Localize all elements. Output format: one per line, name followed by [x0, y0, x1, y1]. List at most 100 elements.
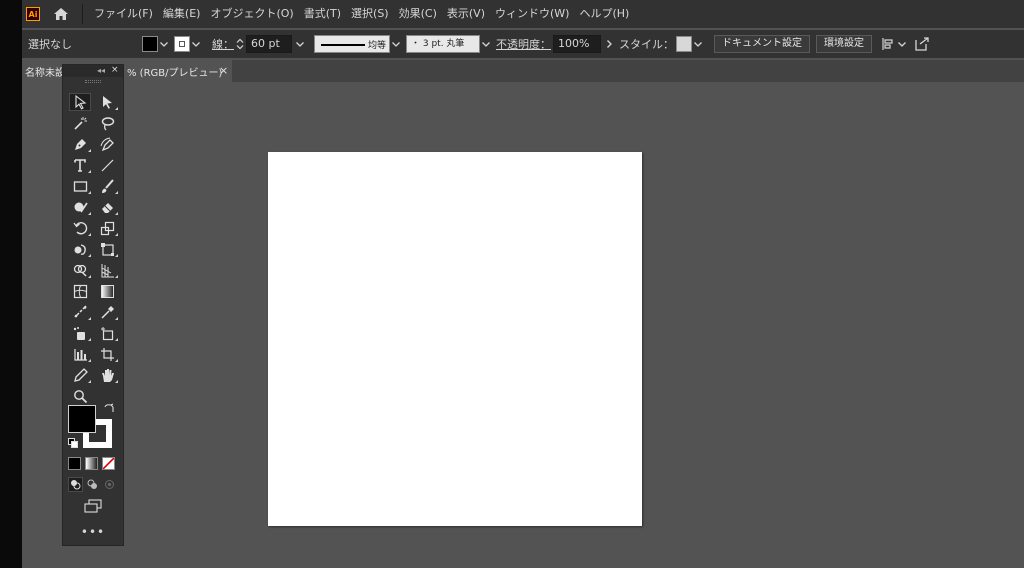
- menu-help[interactable]: ヘルプ(H): [574, 0, 634, 28]
- default-fill-stroke-icon[interactable]: [68, 438, 78, 448]
- perspective-grid-tool[interactable]: [96, 261, 118, 279]
- align-chevron-icon[interactable]: [896, 37, 908, 51]
- menu-window[interactable]: ウィンドウ(W): [490, 0, 574, 28]
- artboard-icon: [100, 326, 113, 340]
- change-screen-mode-icon[interactable]: [84, 499, 102, 513]
- align-icon[interactable]: [880, 36, 896, 52]
- toolbar-panel-title: 名称未設: [25, 67, 65, 79]
- close-panel-icon[interactable]: ×: [111, 65, 119, 75]
- document-tab-close-icon[interactable]: ×: [219, 64, 228, 77]
- brush-chevron-icon[interactable]: [480, 37, 492, 51]
- opacity-input[interactable]: 100%: [553, 35, 601, 53]
- pen-icon: [74, 138, 86, 150]
- mesh-tool[interactable]: [69, 282, 91, 300]
- menu-separator: [82, 4, 83, 24]
- opacity-arrow-icon[interactable]: [603, 37, 615, 51]
- symbol-sprayer-tool[interactable]: [69, 324, 91, 342]
- fill-color-swatch[interactable]: [142, 36, 158, 52]
- scale-tool[interactable]: [96, 219, 118, 237]
- stroke-label[interactable]: 線：: [212, 36, 234, 52]
- lasso-tool[interactable]: [96, 114, 118, 132]
- menu-effect[interactable]: 効果(C): [394, 0, 442, 28]
- warp-tool[interactable]: [69, 240, 91, 258]
- draw-inside-icon[interactable]: [102, 477, 117, 492]
- panel-grip[interactable]: [85, 80, 101, 83]
- eraser-icon: [101, 202, 113, 213]
- rotate-tool[interactable]: [69, 219, 91, 237]
- stroke-color-swatch[interactable]: [174, 36, 190, 52]
- swap-fill-stroke-icon[interactable]: [103, 403, 115, 415]
- pencil-tool[interactable]: [69, 366, 91, 384]
- line-tool[interactable]: [96, 156, 118, 174]
- variable-width-profile[interactable]: 均等: [314, 35, 390, 53]
- preferences-button[interactable]: 環境設定: [816, 35, 872, 53]
- document-tab[interactable]: 名称未設 % (RGB/プレビュー) ×: [22, 60, 232, 82]
- paintbrush-tool[interactable]: [96, 177, 118, 195]
- fill-dropdown-chevron-icon[interactable]: [158, 37, 170, 51]
- free-transform-tool[interactable]: [96, 240, 118, 258]
- profile-chevron-icon[interactable]: [390, 37, 402, 51]
- tools-panel: ◂◂ × •••: [62, 64, 124, 546]
- menu-file[interactable]: ファイル(F): [89, 0, 158, 28]
- none-mode-icon[interactable]: [102, 457, 115, 470]
- selection-status: 選択なし: [28, 38, 72, 51]
- symbol-sprayer-icon: [73, 326, 85, 340]
- type-tool[interactable]: [69, 156, 91, 174]
- stroke-profile-label: 均等: [367, 41, 386, 51]
- shape-builder-icon: [73, 264, 87, 277]
- slice-tool[interactable]: [96, 345, 118, 363]
- illustrator-window: Ai ファイル(F) 編集(E) オブジェクト(O) 書式(T) 選択(S) 効…: [0, 0, 1024, 568]
- draw-behind-icon[interactable]: [85, 477, 100, 492]
- magic-wand-tool[interactable]: [69, 114, 91, 132]
- stroke-weight-chevron-icon[interactable]: [294, 37, 306, 51]
- direct-selection-tool[interactable]: [96, 93, 118, 111]
- home-icon[interactable]: [52, 6, 70, 22]
- rectangle-tool[interactable]: [69, 177, 91, 195]
- graphic-style-swatch[interactable]: [676, 36, 692, 52]
- draw-normal-icon[interactable]: [68, 477, 83, 492]
- warp-icon: [74, 243, 86, 255]
- tools-panel-header[interactable]: ◂◂ ×: [63, 65, 123, 77]
- eyedropper-tool[interactable]: [96, 303, 118, 321]
- stroke-weight-stepper-icon[interactable]: [234, 37, 246, 51]
- selection-tool[interactable]: [69, 93, 91, 111]
- menu-select[interactable]: 選択(S): [346, 0, 394, 28]
- opacity-label[interactable]: 不透明度：: [496, 36, 551, 52]
- direct-selection-icon: [102, 95, 112, 109]
- gradient-tool[interactable]: [96, 282, 118, 300]
- shaper-icon: [74, 202, 88, 212]
- scale-icon: [100, 221, 114, 235]
- blend-icon: [73, 304, 87, 318]
- mesh-icon: [73, 284, 87, 298]
- panel-menu-icon[interactable]: [914, 36, 930, 52]
- artboard[interactable]: [268, 152, 642, 526]
- artboard-tool[interactable]: [96, 324, 118, 342]
- fill-color-box[interactable]: [68, 405, 96, 433]
- style-chevron-icon[interactable]: [692, 37, 704, 51]
- color-mode-icon[interactable]: [68, 457, 81, 470]
- selection-arrow-icon: [74, 94, 86, 110]
- paintbrush-icon: [101, 178, 114, 193]
- shape-builder-tool[interactable]: [69, 261, 91, 279]
- menu-type[interactable]: 書式(T): [299, 0, 346, 28]
- edit-toolbar-icon[interactable]: •••: [63, 525, 123, 539]
- type-icon: [73, 158, 86, 172]
- brush-definition[interactable]: ・ 3 pt. 丸筆: [406, 35, 480, 53]
- zoom-tool[interactable]: [69, 387, 91, 405]
- menu-view[interactable]: 表示(V): [442, 0, 490, 28]
- pen-tool[interactable]: [69, 135, 91, 153]
- hand-tool[interactable]: [96, 366, 118, 384]
- blend-tool[interactable]: [69, 303, 91, 321]
- gradient-icon: [100, 284, 114, 298]
- collapse-panel-icon[interactable]: ◂◂: [97, 66, 105, 75]
- gradient-mode-icon[interactable]: [85, 457, 98, 470]
- column-graph-tool[interactable]: [69, 345, 91, 363]
- shaper-tool[interactable]: [69, 198, 91, 216]
- eraser-tool[interactable]: [96, 198, 118, 216]
- menu-edit[interactable]: 編集(E): [158, 0, 206, 28]
- curvature-tool[interactable]: [96, 135, 118, 153]
- document-setup-button[interactable]: ドキュメント設定: [714, 35, 810, 53]
- stroke-weight-input[interactable]: 60 pt: [246, 35, 292, 53]
- menu-object[interactable]: オブジェクト(O): [205, 0, 298, 28]
- stroke-dropdown-chevron-icon[interactable]: [190, 37, 202, 51]
